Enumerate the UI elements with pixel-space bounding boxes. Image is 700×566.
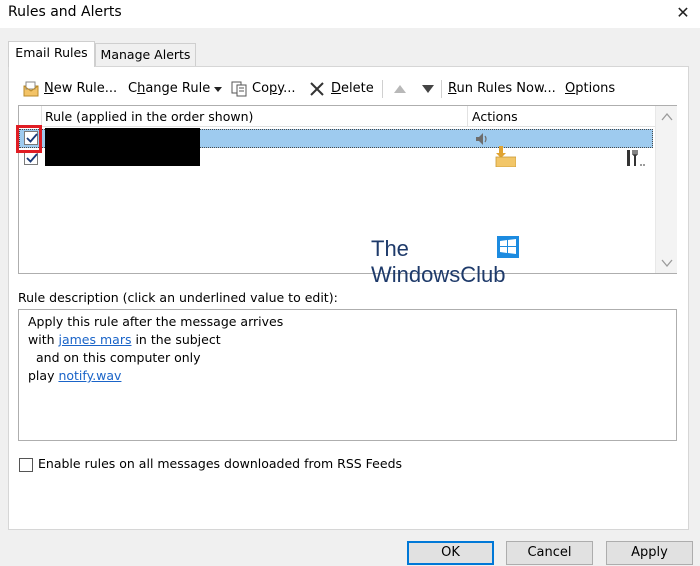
- highlight-box: [16, 125, 42, 153]
- move-to-folder-icon: [495, 146, 516, 167]
- windows-logo-icon: [497, 236, 519, 258]
- copy-icon: [231, 81, 247, 97]
- delete-accel: D: [331, 81, 342, 96]
- scroll-down-icon[interactable]: [661, 258, 673, 268]
- move-down-icon[interactable]: [422, 85, 434, 93]
- options-label: ptions: [575, 81, 616, 96]
- cancel-button[interactable]: Cancel: [506, 541, 593, 565]
- description-text: in the subject: [131, 332, 221, 347]
- column-header-actions[interactable]: Actions: [467, 106, 657, 127]
- description-line: and on this computer only: [36, 350, 201, 365]
- window-title: Rules and Alerts: [8, 4, 122, 20]
- rss-feeds-label[interactable]: Enable rules on all messages downloaded …: [38, 456, 402, 471]
- delete-icon: [310, 82, 324, 96]
- sound-file-link[interactable]: notify.wav: [58, 368, 121, 383]
- move-up-icon[interactable]: [394, 85, 406, 93]
- rule-description-box: Apply this rule after the message arrive…: [18, 309, 677, 441]
- change-rule-pre: C: [128, 81, 138, 96]
- subject-value-link[interactable]: james mars: [59, 332, 132, 347]
- rules-scrollbar[interactable]: [655, 106, 677, 273]
- description-text: play: [28, 368, 59, 383]
- options-accel: O: [565, 81, 576, 96]
- watermark-line-1: The: [371, 236, 409, 261]
- watermark-line-2: WindowsClub: [371, 262, 506, 287]
- toolbar-separator: [441, 80, 442, 98]
- run-rules-label: un Rules Now...: [456, 81, 556, 96]
- rules-list[interactable]: Rule (applied in the order shown) Action…: [18, 105, 677, 274]
- new-rule-icon: [23, 81, 39, 97]
- chevron-down-icon: [214, 87, 222, 92]
- description-line: Apply this rule after the message arrive…: [28, 314, 284, 329]
- close-button[interactable]: ✕: [674, 3, 692, 23]
- toolbar-separator: [382, 80, 383, 98]
- rss-feeds-checkbox[interactable]: [19, 458, 33, 472]
- description-line: play notify.wav: [28, 368, 121, 383]
- check-icon: [26, 153, 38, 163]
- custom-action-icon: [627, 150, 645, 166]
- apply-button[interactable]: Apply: [606, 541, 693, 565]
- speaker-icon: [476, 133, 487, 145]
- description-line: with james mars in the subject: [28, 332, 221, 347]
- redacted-rule-names: [45, 128, 200, 166]
- copy-label: y...: [277, 81, 296, 96]
- ok-button[interactable]: OK: [407, 541, 494, 565]
- rule-enabled-checkbox[interactable]: [24, 151, 38, 165]
- title-bar: Rules and Alerts ✕: [0, 0, 700, 28]
- description-text: with: [28, 332, 59, 347]
- change-rule-label: ange Rule: [145, 81, 211, 96]
- tab-email-rules[interactable]: Email Rules: [8, 41, 95, 67]
- new-rule-label: ew Rule...: [53, 81, 118, 96]
- column-header-rule[interactable]: Rule (applied in the order shown): [41, 106, 467, 127]
- column-header-check: [19, 106, 41, 127]
- new-rule-accel: N: [44, 81, 54, 96]
- rule-description-label: Rule description (click an underlined va…: [18, 290, 338, 305]
- delete-label: elete: [341, 81, 374, 96]
- tab-manage-alerts[interactable]: Manage Alerts: [95, 43, 196, 67]
- scroll-up-icon[interactable]: [661, 112, 673, 122]
- copy-pre: Co: [252, 81, 270, 96]
